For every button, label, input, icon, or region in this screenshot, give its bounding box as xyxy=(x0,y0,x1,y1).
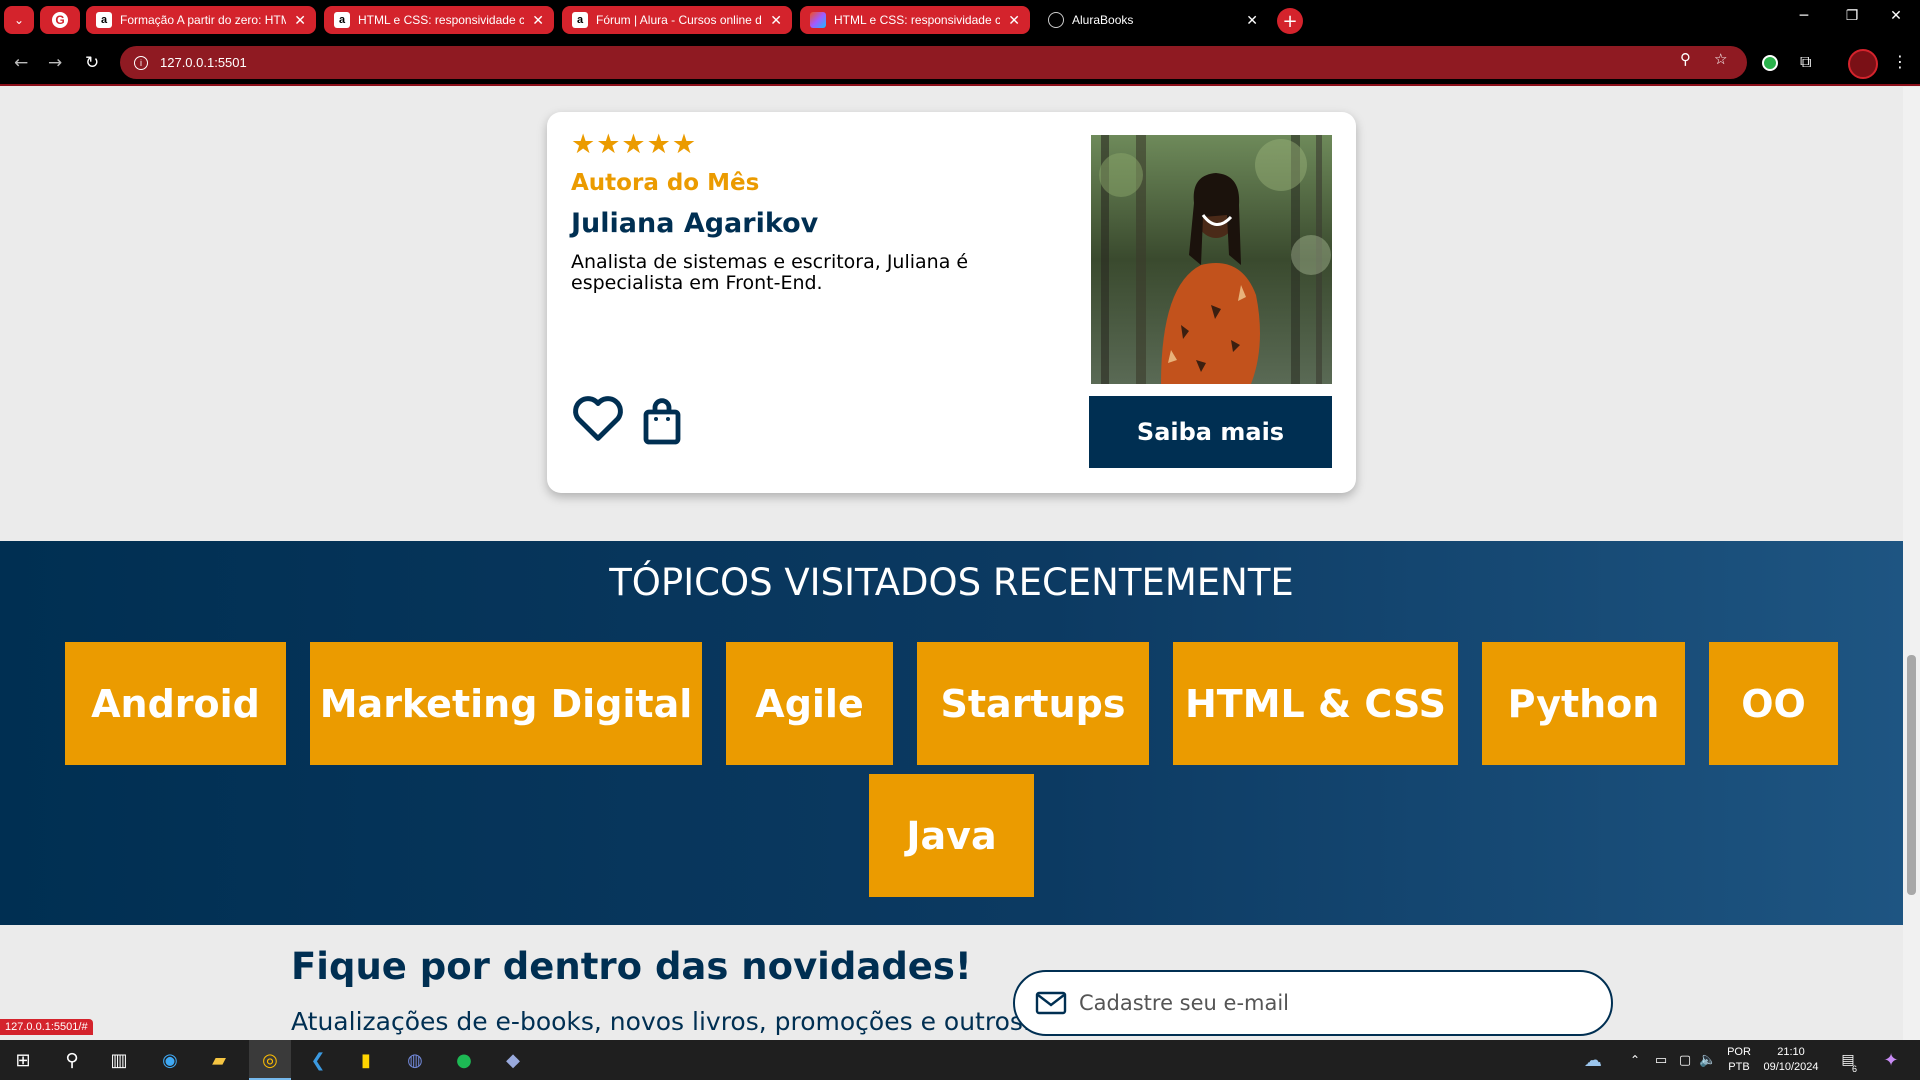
topic-android[interactable]: Android xyxy=(65,642,286,765)
minimize-button[interactable]: ─ xyxy=(1784,8,1824,24)
close-icon[interactable]: ✕ xyxy=(1008,12,1020,29)
sticky-notes-icon[interactable]: ▮ xyxy=(353,1047,379,1073)
discord-icon[interactable]: ◍ xyxy=(402,1047,428,1073)
profile-avatar[interactable] xyxy=(1848,49,1878,79)
topic-oo[interactable]: OO xyxy=(1709,642,1838,765)
language-code: POR xyxy=(1727,1046,1751,1058)
mail-icon xyxy=(1035,991,1067,1015)
tab-title: AluraBooks xyxy=(1072,13,1134,27)
close-icon[interactable]: ✕ xyxy=(294,12,306,29)
rating-stars: ★★★★★ xyxy=(571,129,698,160)
close-icon[interactable]: ✕ xyxy=(532,12,544,29)
zoom-icon[interactable]: ⚲ xyxy=(1680,50,1691,68)
browser-tab-1[interactable]: a Formação A partir do zero: HTM ✕ xyxy=(86,6,316,34)
new-tab-button[interactable]: + xyxy=(1277,8,1303,34)
saiba-mais-button[interactable]: Saiba mais xyxy=(1089,396,1332,468)
tab-title: HTML e CSS: responsividade co xyxy=(358,13,525,27)
windows-start-icon[interactable]: ⊞ xyxy=(10,1047,36,1073)
topic-python[interactable]: Python xyxy=(1482,642,1685,765)
close-window-button[interactable]: ✕ xyxy=(1876,8,1916,24)
tab-title: Fórum | Alura - Cursos online d xyxy=(596,13,762,27)
shopping-bag-icon[interactable] xyxy=(642,398,682,446)
author-of-month-label: Autora do Mês xyxy=(571,170,760,196)
globe-icon xyxy=(1048,12,1064,28)
copilot-icon[interactable]: ✦ xyxy=(1878,1047,1904,1073)
windows-taskbar: ⊞ ⚲ ▥ ◉ ▰ ◎ ❮ ▮ ◍ ● ◆ ☁ ⌃ ▭ ▢ 🔈 POR PTB … xyxy=(0,1040,1920,1080)
address-bar[interactable]: i 127.0.0.1:5501 xyxy=(120,46,1747,79)
scrollbar-thumb[interactable] xyxy=(1907,655,1916,895)
chrome-icon[interactable]: ◎ xyxy=(257,1047,283,1073)
browser-tab-bar: ⌄ G a Formação A partir do zero: HTM ✕ a… xyxy=(0,0,1920,41)
author-photo xyxy=(1091,135,1332,384)
tab-search-button[interactable]: ⌄ xyxy=(4,6,34,34)
newsletter-subtitle: Atualizações de e-books, novos livros, p… xyxy=(291,1007,1031,1036)
alura-icon: a xyxy=(334,12,350,28)
browser-tab-4[interactable]: HTML e CSS: responsividade co ✕ xyxy=(800,6,1030,34)
notification-icon[interactable]: ▤ xyxy=(1835,1047,1861,1073)
plus-icon: + xyxy=(1282,10,1298,32)
link-status-bubble: 127.0.0.1:5501/# xyxy=(0,1019,93,1035)
topic-agile[interactable]: Agile xyxy=(726,642,893,765)
topic-marketing-digital[interactable]: Marketing Digital xyxy=(310,642,702,765)
topic-html-css[interactable]: HTML & CSS xyxy=(1173,642,1458,765)
pinned-tab-google[interactable]: G xyxy=(40,6,80,34)
close-icon[interactable]: ✕ xyxy=(770,12,782,29)
file-explorer-icon[interactable]: ▰ xyxy=(206,1047,232,1073)
chevron-down-icon: ⌄ xyxy=(13,13,25,27)
back-icon[interactable]: ← xyxy=(14,53,28,73)
email-input[interactable] xyxy=(1079,991,1579,1015)
spotify-icon[interactable]: ● xyxy=(451,1047,477,1073)
chevron-up-icon[interactable]: ⌃ xyxy=(1622,1047,1648,1073)
page-viewport: ★★★★★ Autora do Mês Juliana Agarikov Ana… xyxy=(0,87,1903,1040)
input-language[interactable]: POR PTB xyxy=(1722,1045,1756,1075)
figma-icon xyxy=(810,12,826,28)
extensions-puzzle-icon[interactable]: ⧉ xyxy=(1800,52,1811,72)
volume-icon[interactable]: 🔈 xyxy=(1695,1047,1721,1073)
extension-icon[interactable] xyxy=(1762,55,1778,71)
task-view-icon[interactable]: ▥ xyxy=(106,1047,132,1073)
browser-tab-3[interactable]: a Fórum | Alura - Cursos online d ✕ xyxy=(562,6,792,34)
browser-tab-2[interactable]: a HTML e CSS: responsividade co ✕ xyxy=(324,6,554,34)
alura-icon: a xyxy=(572,12,588,28)
menu-kebab-icon[interactable]: ⋮ xyxy=(1892,52,1908,71)
newsletter-section: Fique por dentro das novidades! Atualiza… xyxy=(0,925,1903,1040)
topics-title: TÓPICOS VISITADOS RECENTEMENTE xyxy=(609,561,1294,604)
weather-icon[interactable]: ☁ xyxy=(1580,1047,1606,1073)
forward-icon[interactable]: → xyxy=(48,53,62,73)
vscode-icon[interactable]: ❮ xyxy=(305,1047,331,1073)
keyboard-layout: PTB xyxy=(1728,1061,1750,1073)
app-icon[interactable]: ◆ xyxy=(500,1047,526,1073)
heart-icon[interactable] xyxy=(571,392,625,442)
alura-icon: a xyxy=(96,12,112,28)
network-icon[interactable]: ▭ xyxy=(1648,1047,1674,1073)
email-field-wrapper[interactable] xyxy=(1013,970,1613,1036)
search-icon[interactable]: ⚲ xyxy=(59,1047,85,1073)
reload-icon[interactable]: ↻ xyxy=(85,53,99,73)
author-description: Analista de sistemas e escritora, Julian… xyxy=(571,251,969,294)
topic-startups[interactable]: Startups xyxy=(917,642,1149,765)
tab-title: HTML e CSS: responsividade co xyxy=(834,13,1001,27)
edge-icon[interactable]: ◉ xyxy=(157,1047,183,1073)
clock-time: 21:10 xyxy=(1777,1046,1805,1058)
close-icon[interactable]: ✕ xyxy=(1246,12,1258,29)
google-icon: G xyxy=(52,12,68,28)
author-name: Juliana Agarikov xyxy=(571,208,819,239)
author-card: ★★★★★ Autora do Mês Juliana Agarikov Ana… xyxy=(547,112,1356,493)
recent-topics-section: TÓPICOS VISITADOS RECENTEMENTE Android M… xyxy=(0,541,1903,925)
tab-title: Formação A partir do zero: HTM xyxy=(120,13,287,27)
restore-button[interactable]: ❐ xyxy=(1832,8,1872,24)
bookmark-star-icon[interactable]: ☆ xyxy=(1714,50,1727,68)
url-text: 127.0.0.1:5501 xyxy=(160,55,247,70)
site-info-icon[interactable]: i xyxy=(134,55,148,70)
clock-date: 09/10/2024 xyxy=(1763,1061,1819,1073)
page-scrollbar[interactable] xyxy=(1903,87,1920,1040)
browser-toolbar: ← → ↻ i 127.0.0.1:5501 ⚲ ☆ ⧉ ⋮ xyxy=(0,41,1920,86)
browser-tab-active[interactable]: AluraBooks ✕ xyxy=(1038,6,1268,34)
clock[interactable]: 21:10 09/10/2024 xyxy=(1758,1045,1824,1075)
topic-java[interactable]: Java xyxy=(869,774,1034,897)
notification-count: 6 xyxy=(1852,1064,1858,1074)
newsletter-title: Fique por dentro das novidades! xyxy=(291,945,972,988)
